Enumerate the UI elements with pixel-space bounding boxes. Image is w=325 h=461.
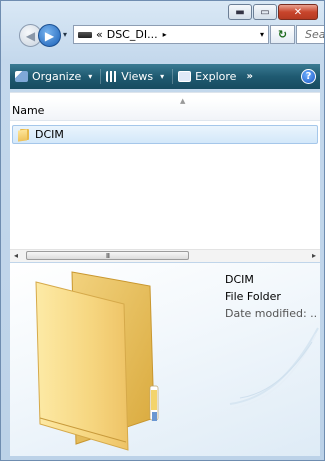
help-button[interactable]: ?: [301, 69, 316, 84]
item-name: DCIM: [225, 273, 254, 286]
minimize-button[interactable]: ▬: [228, 4, 252, 20]
list-item[interactable]: DCIM: [12, 125, 318, 144]
item-type: File Folder: [225, 290, 281, 303]
scroll-left-button[interactable]: ◂: [14, 251, 18, 260]
explore-label: Explore: [195, 70, 237, 83]
more-commands-button[interactable]: »: [246, 71, 252, 82]
column-header-label: Name: [12, 104, 45, 117]
views-label: Views: [121, 70, 154, 83]
date-modified-label: Date modified: ..: [225, 307, 318, 320]
refresh-button[interactable]: ↻: [270, 25, 295, 44]
decorative-swoosh: [229, 327, 319, 409]
forward-arrow-icon: ▶: [44, 28, 55, 43]
folder-icon: [18, 128, 32, 142]
explorer-window: ▬ ▭ ✕ ◀ ▶ ▾ « DSC_DI... ▸ ▾ ↻ Search Org…: [0, 0, 325, 461]
back-arrow-icon: ◀: [25, 28, 36, 43]
chevron-down-icon: ▾: [160, 72, 165, 81]
large-folder-icon: [35, 271, 159, 451]
close-button[interactable]: ✕: [278, 4, 318, 20]
address-separator-left: «: [96, 28, 103, 41]
caption-buttons: ▬ ▭ ✕: [228, 4, 318, 20]
drive-icon: [78, 31, 92, 38]
address-path[interactable]: DSC_DI...: [107, 28, 158, 41]
scroll-right-button[interactable]: ▸: [312, 251, 316, 260]
help-icon: ?: [305, 71, 312, 82]
address-bar[interactable]: « DSC_DI... ▸ ▾: [73, 25, 269, 44]
explore-button[interactable]: Explore: [173, 70, 244, 83]
organize-label: Organize: [32, 70, 82, 83]
forward-button[interactable]: ▶: [38, 24, 61, 47]
organize-button[interactable]: Organize ▾: [10, 70, 100, 83]
address-dropdown-icon[interactable]: ▾: [260, 30, 264, 39]
recent-pages-dropdown[interactable]: ▾: [63, 30, 67, 39]
details-info: DCIM File Folder Date modified: ..: [225, 271, 317, 322]
details-pane: DCIM File Folder Date modified: ..: [10, 263, 320, 456]
breadcrumb-chevron-icon[interactable]: ▸: [163, 30, 167, 39]
organize-icon: [15, 71, 28, 82]
horizontal-scrollbar[interactable]: ◂ III ▸: [10, 249, 320, 262]
column-header-name[interactable]: ▲ Name: [10, 97, 320, 121]
sort-arrow-icon: ▲: [180, 97, 186, 105]
search-input[interactable]: Search: [296, 25, 324, 44]
scrollbar-grip-icon: III: [105, 251, 110, 260]
refresh-icon: ↻: [277, 28, 288, 41]
list-item-name: DCIM: [35, 128, 64, 141]
scrollbar-thumb[interactable]: III: [26, 251, 189, 260]
views-icon: [106, 71, 118, 82]
command-bar: Organize ▾ Views ▾ Explore » ?: [10, 64, 320, 89]
views-button[interactable]: Views ▾: [101, 70, 172, 83]
file-list[interactable]: ▲ Name DCIM: [10, 92, 320, 262]
chevron-down-icon: ▾: [88, 72, 93, 81]
explore-icon: [178, 71, 192, 82]
maximize-button[interactable]: ▭: [253, 4, 277, 20]
navigation-bar: ◀ ▶ ▾ « DSC_DI... ▸ ▾ ↻ Search: [19, 22, 324, 48]
